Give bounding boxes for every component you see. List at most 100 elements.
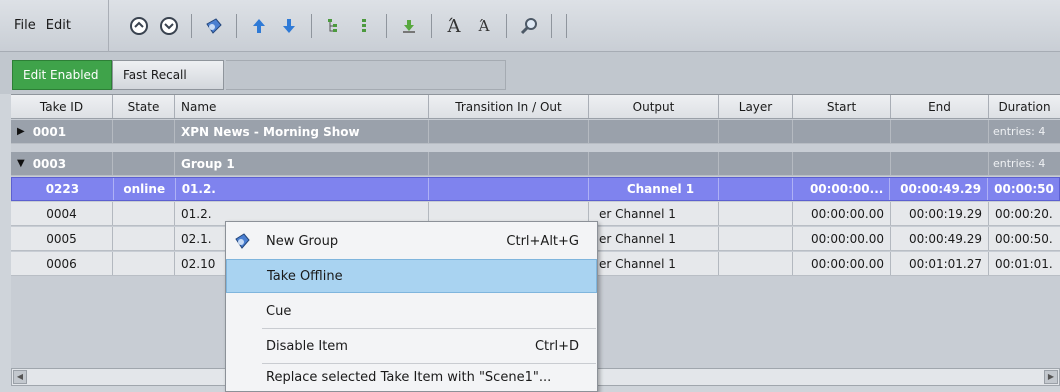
toolbar-separator [191,14,192,38]
menu-item-new-group[interactable]: New Group Ctrl+Alt+G [226,224,597,258]
group-row[interactable]: ▼ 0003 Group 1 entries: 4 [11,152,1060,176]
toolbar-separator [551,14,552,38]
expanded-arrow-icon[interactable]: ▼ [17,158,25,169]
font-larger-icon[interactable]: Ά [442,14,466,38]
edit-enabled-button[interactable]: Edit Enabled [12,60,112,90]
group-id: 0001 [32,124,67,139]
group-start-cell [793,120,891,143]
menu-item-replace-take-item[interactable]: Replace selected Take Item with "Scene1"… [226,360,597,392]
output: er Channel 1 [589,202,719,225]
menu-edit[interactable]: Edit [46,18,71,33]
group-state-cell [113,152,175,175]
take-id: 0223 [12,178,114,200]
selected-table-row[interactable]: 0223 online 01.2. Channel 1 00:00:00... … [11,177,1060,201]
mode-bar: Edit Enabled Fast Recall [0,52,1060,94]
column-header-start[interactable]: Start [793,95,891,118]
menu-item-label: Cue [266,303,292,319]
toolbar-separator [386,14,387,38]
menu-item-shortcut: Ctrl+Alt+G [506,233,579,249]
column-header-state[interactable]: State [113,95,175,118]
group-transition-cell [429,120,589,143]
group-output-cell [589,120,719,143]
start-time: 00:00:00... [793,178,891,200]
layer-cell [719,227,793,250]
column-header-take-id[interactable]: Take ID [11,95,113,118]
arrow-down-icon[interactable] [277,14,301,38]
transition [429,178,589,200]
toolbar: File Edit Ά Ά [0,0,1060,52]
end-time: 00:01:01.27 [891,252,989,275]
group-output-cell [589,152,719,175]
take-icon[interactable] [202,14,226,38]
column-header-transition[interactable]: Transition In / Out [429,95,589,118]
group-name: Group 1 [175,152,429,175]
menu-item-label: New Group [266,233,339,249]
duration: 00:00:50. [995,231,1053,246]
column-header-output[interactable]: Output [589,95,719,118]
take-id: 0004 [11,202,113,225]
duration: 00:01:01. [995,256,1053,271]
group-end-cell [891,152,989,175]
group-transition-cell [429,152,589,175]
mode-bar-filler [226,60,506,90]
menu-item-take-offline[interactable]: Take Offline [226,259,597,293]
state [113,252,175,275]
layer-cell [719,202,793,225]
state: online [114,178,176,200]
import-icon[interactable] [397,14,421,38]
tree-expand-icon[interactable] [322,14,346,38]
group-row[interactable]: ▶ 0001 XPN News - Morning Show entries: … [11,120,1060,144]
font-smaller-icon[interactable]: Ά [472,14,496,38]
group-start-cell [793,152,891,175]
group-entries: entries: 4 [993,157,1046,170]
new-group-icon [235,233,250,249]
column-header-layer[interactable]: Layer [719,95,793,118]
output: Channel 1 [589,178,719,200]
state [113,202,175,225]
group-layer-cell [719,120,793,143]
toolbar-separator [311,14,312,38]
context-menu: New Group Ctrl+Alt+G Take Offline Cue Di… [225,221,598,392]
layer-cell [719,252,793,275]
column-header-end[interactable]: End [891,95,989,118]
menu-item-cue[interactable]: Cue [226,294,597,328]
output: er Channel 1 [589,227,719,250]
arrow-up-icon[interactable] [247,14,271,38]
end-time: 00:00:49.29 [891,227,989,250]
group-entries: entries: 4 [993,125,1046,138]
layer [719,178,793,200]
tree-collapse-icon[interactable] [352,14,376,38]
duration: 00:00:20. [995,206,1053,221]
scroll-left-icon[interactable]: ◀ [13,370,27,384]
collapsed-arrow-icon[interactable]: ▶ [17,126,25,137]
group-layer-cell [719,152,793,175]
end-time: 00:00:19.29 [891,202,989,225]
tool-strip: Ά Ά [108,0,1020,52]
menu-item-label: Disable Item [266,338,348,354]
duration: 00:00:50 [994,182,1054,196]
fast-recall-button[interactable]: Fast Recall [112,60,224,90]
circle-down-icon[interactable] [157,14,181,38]
state [113,227,175,250]
menu-bar: File Edit [14,18,71,33]
menu-item-shortcut: Ctrl+D [534,338,579,354]
toolbar-separator [506,14,507,38]
search-icon[interactable] [517,14,541,38]
column-header-duration[interactable]: Duration [989,95,1060,118]
start-time: 00:00:00.00 [793,227,891,250]
circle-up-icon[interactable] [127,14,151,38]
group-state-cell [113,120,175,143]
toolbar-separator [236,14,237,38]
menu-item-disable-item[interactable]: Disable Item Ctrl+D [226,329,597,363]
scroll-right-icon[interactable]: ▶ [1044,370,1058,384]
toolbar-separator [431,14,432,38]
start-time: 00:00:00.00 [793,202,891,225]
group-id: 0003 [32,156,67,171]
menu-item-label: Take Offline [267,268,343,284]
take-id: 0006 [11,252,113,275]
group-id-cell: ▼ 0003 [11,152,113,175]
menu-file[interactable]: File [14,18,36,33]
take-id: 0005 [11,227,113,250]
column-header-name[interactable]: Name [175,95,429,118]
table-header: Take ID State Name Transition In / Out O… [11,95,1060,119]
